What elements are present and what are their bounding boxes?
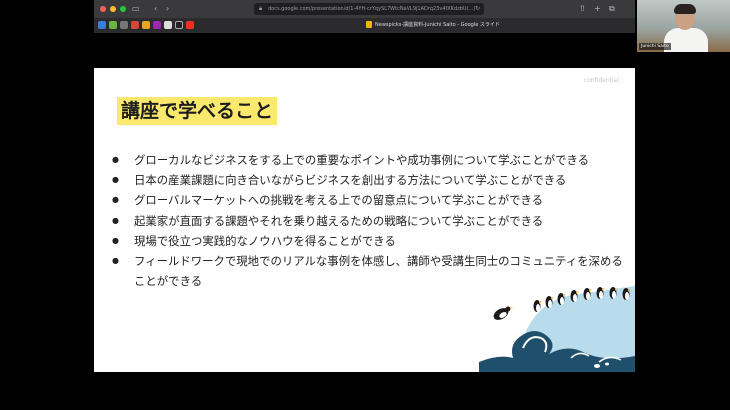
jumping-penguin xyxy=(493,306,513,320)
share-icon[interactable]: ⇧ xyxy=(579,4,586,14)
window-controls xyxy=(100,6,126,12)
new-tab-icon[interactable]: + xyxy=(594,4,601,14)
penguin xyxy=(533,300,542,312)
pinned-tab[interactable] xyxy=(120,21,128,29)
tab-title: Newspicks-講座資料-Junichi Saito - Google スラ… xyxy=(375,22,500,28)
bullet-item: 現場で役立つ実践的なノウハウを得ることができる xyxy=(112,231,632,251)
google-slides-icon xyxy=(366,21,372,28)
tabs-overview-icon[interactable]: ⧉ xyxy=(609,4,615,14)
participant-hair xyxy=(674,4,696,14)
bullet-item: 日本の産業課題に向き合いながらビジネスを創出する方法について学ぶことができる xyxy=(112,170,632,190)
pinned-tab[interactable] xyxy=(142,21,150,29)
url-text: docs.google.com/presentation/d/1-4YH-crY… xyxy=(268,6,476,12)
bullet-item: グローバルマーケットへの挑戦を考える上での留意点について学ぶことができる xyxy=(112,190,632,210)
pinned-tab[interactable] xyxy=(175,21,183,29)
lock-icon: 🔒︎ xyxy=(259,5,263,12)
penguins-on-wave-illustration xyxy=(479,286,635,372)
participant-name: Junichi Saito xyxy=(639,43,671,50)
slide-title: 講座で学べること xyxy=(117,97,278,125)
presentation-slide: confidential 講座で学べること グローカルなビジネスをする上での重要… xyxy=(94,68,635,372)
pinned-tab[interactable] xyxy=(109,21,117,29)
close-window-button[interactable] xyxy=(100,6,106,12)
zoom-window-button[interactable] xyxy=(120,6,126,12)
foam-bubble xyxy=(605,362,609,366)
confidential-label: confidential xyxy=(583,77,619,84)
reload-icon[interactable]: ↻ xyxy=(475,3,480,15)
bullet-item: グローカルなビジネスをする上での重要なポイントや成功事例について学ぶことができる xyxy=(112,150,632,170)
tab-active[interactable]: Newspicks-講座資料-Junichi Saito - Google スラ… xyxy=(366,20,500,31)
back-icon[interactable]: ‹ xyxy=(154,4,157,14)
browser-window: ▭ ‹ › 🔒︎ docs.google.com/presentation/d/… xyxy=(94,0,635,33)
pinned-tabs xyxy=(98,21,194,29)
minimize-window-button[interactable] xyxy=(110,6,116,12)
video-thumbnail[interactable]: Junichi Saito xyxy=(637,0,730,52)
pinned-tab[interactable] xyxy=(164,21,172,29)
foam-bubble xyxy=(594,364,600,368)
pinned-tab[interactable] xyxy=(131,21,139,29)
forward-icon[interactable]: › xyxy=(166,4,169,14)
sidebar-icon[interactable]: ▭ xyxy=(132,4,140,14)
bullet-item: 起業家が直面する課題やそれを乗り越えるための戦略について学ぶことができる xyxy=(112,211,632,231)
browser-toolbar: ▭ ‹ › 🔒︎ docs.google.com/presentation/d/… xyxy=(94,0,635,18)
address-bar[interactable]: 🔒︎ docs.google.com/presentation/d/1-4YH-… xyxy=(254,3,484,15)
pinned-tab[interactable] xyxy=(153,21,161,29)
pinned-tab[interactable] xyxy=(98,21,106,29)
tab-bar: Newspicks-講座資料-Junichi Saito - Google スラ… xyxy=(94,18,635,33)
pinned-tab[interactable] xyxy=(186,21,194,29)
